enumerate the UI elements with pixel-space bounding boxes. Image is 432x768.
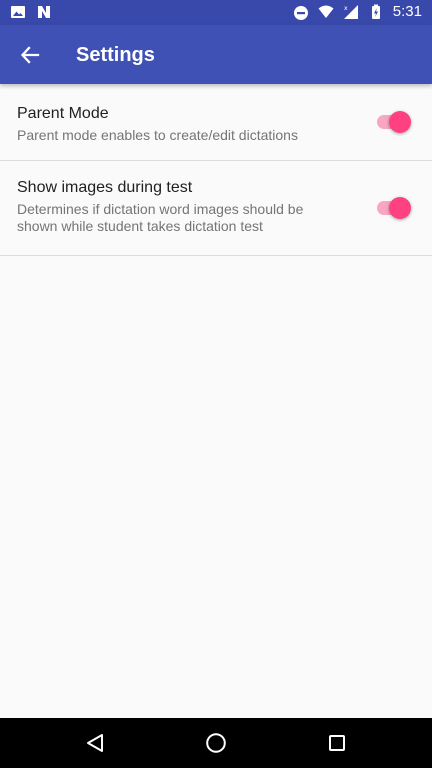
pref-title: Show images during test: [17, 179, 193, 196]
recents-square-icon: [329, 735, 345, 751]
navigation-bar: [0, 718, 432, 768]
pref-summary: Determines if dictation word images shou…: [17, 201, 304, 234]
arrow-back-icon: [20, 46, 40, 64]
nav-back-button[interactable]: [83, 731, 107, 755]
status-bar: x 5:31: [0, 0, 432, 25]
nav-home-button[interactable]: [204, 731, 228, 755]
n-notification-icon: [38, 6, 50, 18]
show-images-toggle[interactable]: [375, 196, 413, 220]
parent-mode-toggle[interactable]: [375, 110, 413, 134]
pref-parent-mode[interactable]: Parent Mode Parent mode enables to creat…: [0, 84, 432, 161]
toggle-thumb: [389, 111, 411, 133]
battery-icon: [371, 4, 380, 19]
page-title: Settings: [76, 44, 155, 66]
app-bar: Settings: [0, 25, 432, 84]
nav-recents-button[interactable]: [325, 731, 349, 755]
pref-show-images[interactable]: Show images during test Determines if di…: [0, 161, 432, 256]
signal-icon: x: [343, 5, 358, 19]
pref-summary: Parent mode enables to create/edit dicta…: [17, 127, 298, 143]
wifi-icon: [318, 5, 334, 18]
image-icon: [11, 6, 25, 18]
do-not-disturb-icon: [293, 6, 308, 20]
back-button[interactable]: [14, 39, 46, 71]
status-time: 5:31: [392, 3, 422, 20]
pref-title: Parent Mode: [17, 105, 109, 122]
home-circle-icon: [206, 733, 226, 753]
back-triangle-icon: [87, 734, 103, 752]
preference-list: Parent Mode Parent mode enables to creat…: [0, 84, 432, 256]
svg-text:x: x: [344, 5, 348, 12]
toggle-thumb: [389, 197, 411, 219]
